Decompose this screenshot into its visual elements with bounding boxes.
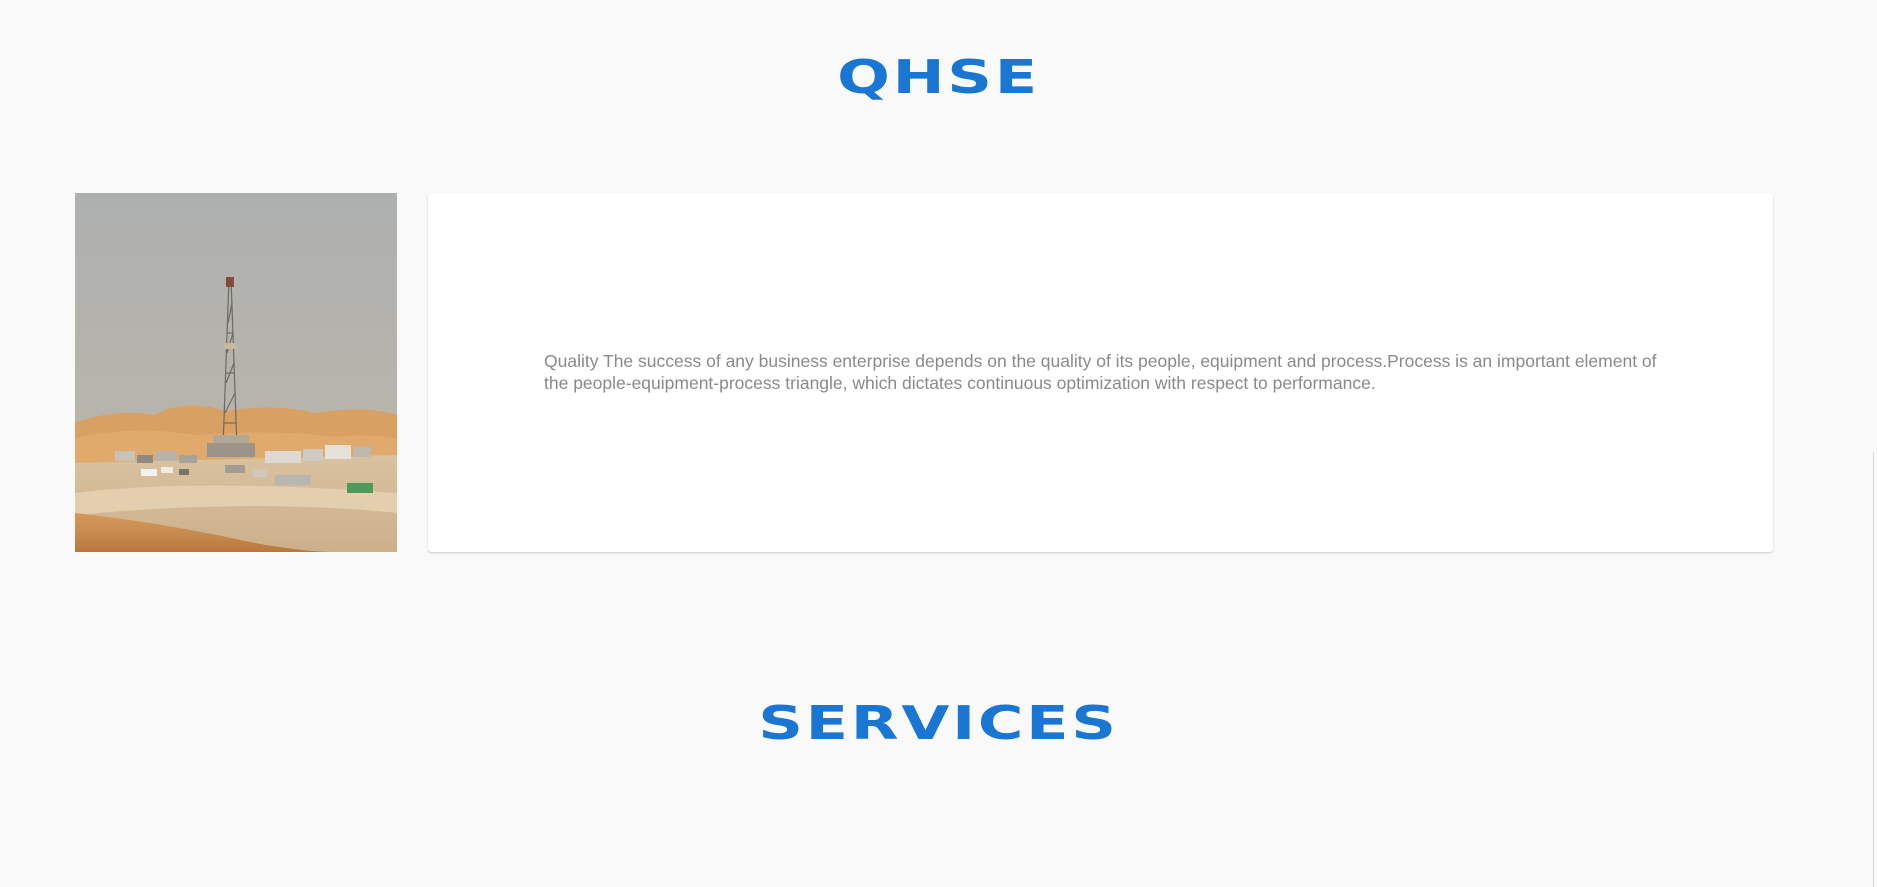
qhse-section-title: QHSE xyxy=(837,50,1040,104)
drilling-rig-photo xyxy=(75,193,397,552)
page: QHSE Quality The success of any business… xyxy=(0,0,1877,887)
qhse-description-card: Quality The success of any business ente… xyxy=(428,193,1773,552)
services-section-title: SERVICES xyxy=(758,696,1119,750)
scrollbar-edge xyxy=(1873,452,1874,887)
qhse-description-text: Quality The success of any business ente… xyxy=(544,351,1657,393)
